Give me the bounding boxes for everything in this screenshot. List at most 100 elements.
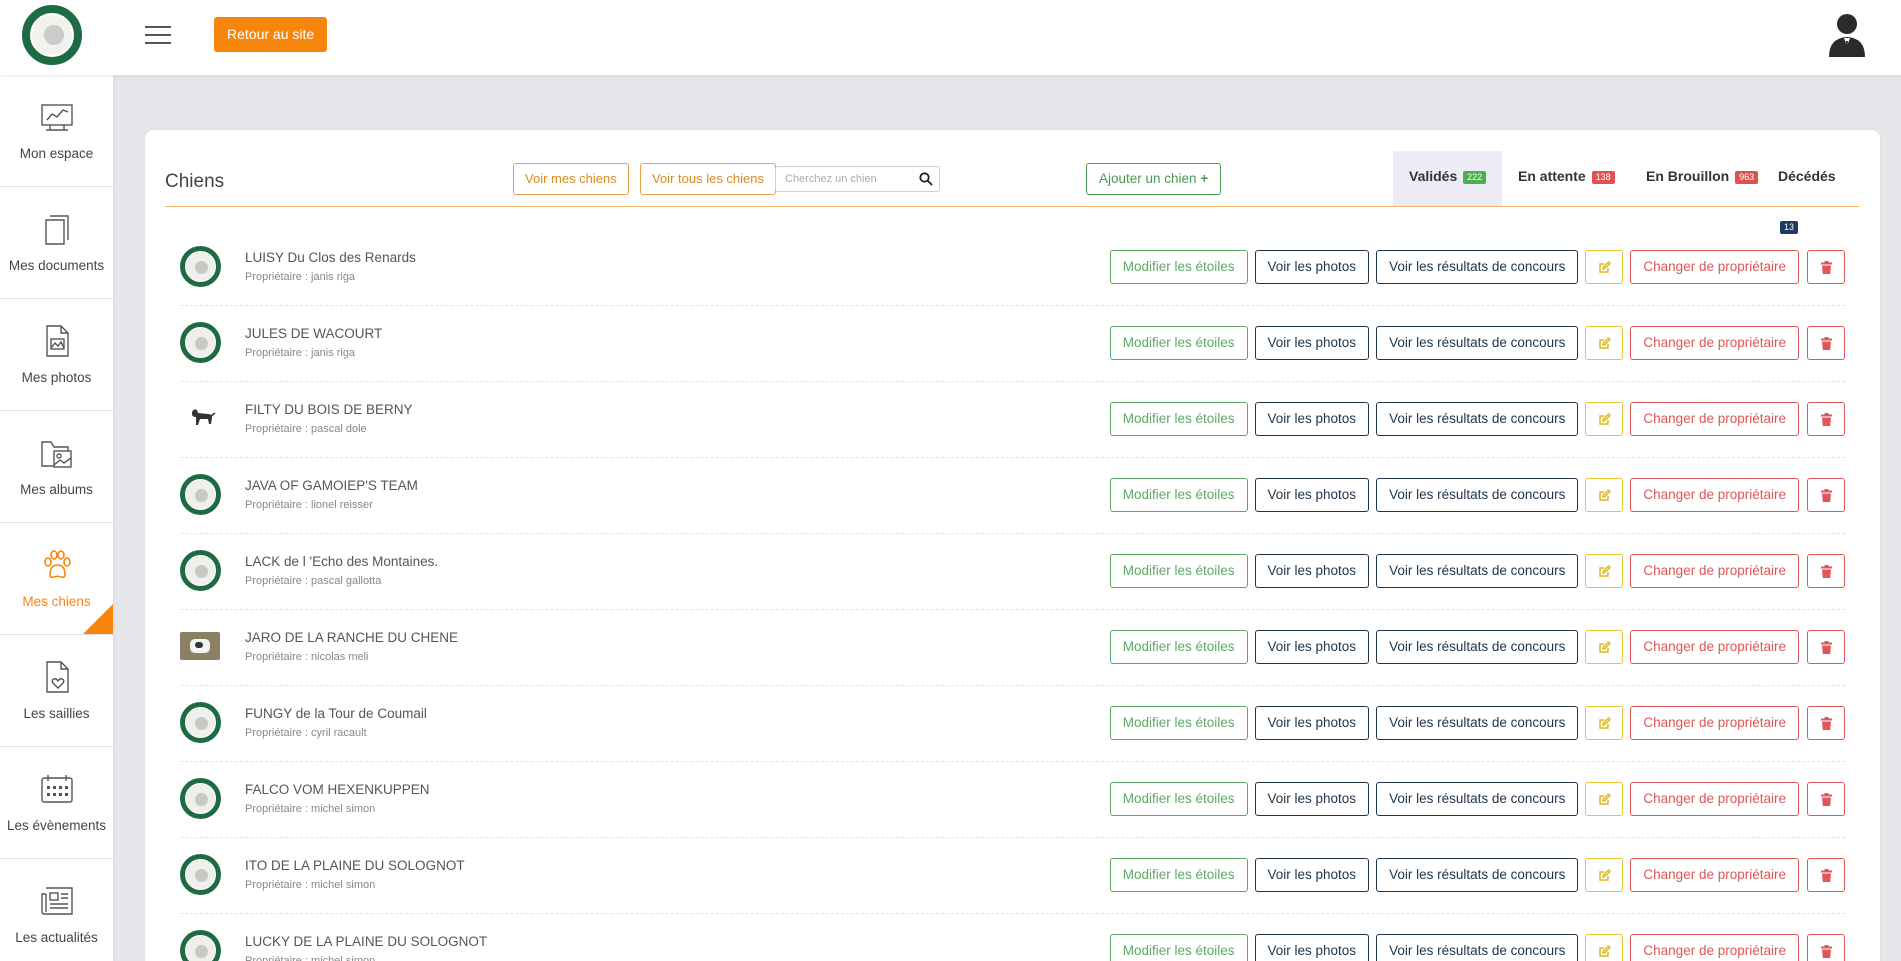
change-owner-button[interactable]: Changer de propriétaire bbox=[1630, 250, 1799, 284]
edit-stars-button[interactable]: Modifier les étoiles bbox=[1109, 326, 1248, 360]
edit-button[interactable] bbox=[1585, 934, 1624, 961]
delete-button[interactable] bbox=[1807, 706, 1845, 740]
search-icon[interactable] bbox=[919, 172, 933, 186]
delete-button[interactable] bbox=[1807, 782, 1845, 816]
delete-button[interactable] bbox=[1807, 326, 1845, 360]
dog-avatar[interactable] bbox=[180, 246, 221, 287]
edit-button[interactable] bbox=[1585, 326, 1624, 360]
add-dog-button[interactable]: Ajouter un chien + bbox=[1086, 163, 1222, 195]
tab-valides[interactable]: Validés 222 bbox=[1393, 151, 1503, 206]
dog-avatar[interactable] bbox=[180, 550, 221, 591]
edit-button[interactable] bbox=[1585, 858, 1624, 892]
change-owner-button[interactable]: Changer de propriétaire bbox=[1630, 858, 1799, 892]
dog-avatar[interactable] bbox=[180, 930, 221, 961]
sidebar-item-mon-espace[interactable]: Mon espace bbox=[0, 75, 113, 187]
edit-button[interactable] bbox=[1585, 402, 1624, 436]
view-results-button[interactable]: Voir les résultats de concours bbox=[1376, 630, 1579, 664]
delete-button[interactable] bbox=[1807, 402, 1845, 436]
delete-button[interactable] bbox=[1807, 478, 1845, 512]
edit-stars-button[interactable]: Modifier les étoiles bbox=[1109, 706, 1248, 740]
back-to-site-button[interactable]: Retour au site bbox=[214, 17, 328, 52]
all-dogs-button[interactable]: Voir tous les chiens bbox=[640, 163, 777, 195]
dog-name[interactable]: JARO DE LA RANCHE DU CHENE bbox=[245, 630, 458, 645]
change-owner-button[interactable]: Changer de propriétaire bbox=[1630, 326, 1799, 360]
dog-avatar[interactable] bbox=[180, 702, 221, 743]
sidebar-item-les-saillies[interactable]: Les saillies bbox=[0, 635, 113, 747]
tab-en-brouillon[interactable]: En Brouillon 963 bbox=[1630, 151, 1774, 206]
view-photos-button[interactable]: Voir les photos bbox=[1254, 554, 1370, 588]
change-owner-button[interactable]: Changer de propriétaire bbox=[1630, 934, 1799, 961]
edit-stars-button[interactable]: Modifier les étoiles bbox=[1109, 934, 1248, 961]
view-photos-button[interactable]: Voir les photos bbox=[1254, 934, 1370, 961]
sidebar-item-les-actualites[interactable]: Les actualités bbox=[0, 859, 113, 961]
view-photos-button[interactable]: Voir les photos bbox=[1254, 402, 1370, 436]
edit-stars-button[interactable]: Modifier les étoiles bbox=[1109, 554, 1248, 588]
view-photos-button[interactable]: Voir les photos bbox=[1254, 326, 1370, 360]
club-logo[interactable] bbox=[22, 5, 82, 65]
edit-stars-button[interactable]: Modifier les étoiles bbox=[1109, 478, 1248, 512]
dog-name[interactable]: ITO DE LA PLAINE DU SOLOGNOT bbox=[245, 858, 465, 873]
dog-avatar[interactable] bbox=[180, 854, 221, 895]
tab-decedes[interactable]: Décédés 13 bbox=[1762, 151, 1859, 234]
dog-avatar[interactable] bbox=[180, 322, 221, 363]
view-photos-button[interactable]: Voir les photos bbox=[1254, 250, 1370, 284]
dog-name[interactable]: FILTY DU BOIS DE BERNY bbox=[245, 402, 413, 417]
view-photos-button[interactable]: Voir les photos bbox=[1254, 478, 1370, 512]
dog-name[interactable]: JULES DE WACOURT bbox=[245, 326, 382, 341]
delete-button[interactable] bbox=[1807, 934, 1845, 961]
view-results-button[interactable]: Voir les résultats de concours bbox=[1376, 782, 1579, 816]
delete-button[interactable] bbox=[1807, 250, 1845, 284]
dog-name[interactable]: LACK de l 'Echo des Montaines. bbox=[245, 554, 438, 569]
view-photos-button[interactable]: Voir les photos bbox=[1254, 630, 1370, 664]
edit-button[interactable] bbox=[1585, 782, 1624, 816]
edit-stars-button[interactable]: Modifier les étoiles bbox=[1109, 402, 1248, 436]
dog-name[interactable]: JAVA OF GAMOIEP'S TEAM bbox=[245, 478, 418, 493]
sidebar-item-mes-albums[interactable]: Mes albums bbox=[0, 411, 113, 523]
dog-avatar[interactable] bbox=[180, 778, 221, 819]
view-results-button[interactable]: Voir les résultats de concours bbox=[1376, 402, 1579, 436]
edit-button[interactable] bbox=[1585, 250, 1624, 284]
view-results-button[interactable]: Voir les résultats de concours bbox=[1376, 478, 1579, 512]
edit-stars-button[interactable]: Modifier les étoiles bbox=[1109, 630, 1248, 664]
change-owner-button[interactable]: Changer de propriétaire bbox=[1630, 630, 1799, 664]
delete-button[interactable] bbox=[1807, 554, 1845, 588]
search-input[interactable] bbox=[776, 167, 911, 191]
sidebar-item-mes-documents[interactable]: Mes documents bbox=[0, 187, 113, 299]
view-results-button[interactable]: Voir les résultats de concours bbox=[1376, 706, 1579, 740]
sidebar-item-mes-photos[interactable]: Mes photos bbox=[0, 299, 113, 411]
dog-avatar[interactable] bbox=[180, 474, 221, 515]
view-photos-button[interactable]: Voir les photos bbox=[1254, 706, 1370, 740]
sidebar-item-les-evenements[interactable]: Les évènements bbox=[0, 747, 113, 859]
dog-name[interactable]: LUCKY DE LA PLAINE DU SOLOGNOT bbox=[245, 934, 487, 949]
edit-button[interactable] bbox=[1585, 706, 1624, 740]
view-photos-button[interactable]: Voir les photos bbox=[1254, 858, 1370, 892]
view-results-button[interactable]: Voir les résultats de concours bbox=[1376, 326, 1579, 360]
edit-stars-button[interactable]: Modifier les étoiles bbox=[1109, 782, 1248, 816]
edit-button[interactable] bbox=[1585, 554, 1624, 588]
view-results-button[interactable]: Voir les résultats de concours bbox=[1376, 554, 1579, 588]
edit-stars-button[interactable]: Modifier les étoiles bbox=[1109, 250, 1248, 284]
edit-button[interactable] bbox=[1585, 478, 1624, 512]
view-results-button[interactable]: Voir les résultats de concours bbox=[1376, 934, 1579, 961]
change-owner-button[interactable]: Changer de propriétaire bbox=[1630, 478, 1799, 512]
view-results-button[interactable]: Voir les résultats de concours bbox=[1376, 250, 1579, 284]
delete-button[interactable] bbox=[1807, 858, 1845, 892]
dog-name[interactable]: FUNGY de la Tour de Coumail bbox=[245, 706, 427, 721]
dog-avatar[interactable] bbox=[180, 632, 220, 660]
delete-button[interactable] bbox=[1807, 630, 1845, 664]
edit-button[interactable] bbox=[1585, 630, 1624, 664]
change-owner-button[interactable]: Changer de propriétaire bbox=[1630, 554, 1799, 588]
dog-name[interactable]: LUISY Du Clos des Renards bbox=[245, 250, 416, 265]
dog-avatar[interactable] bbox=[186, 402, 216, 432]
view-photos-button[interactable]: Voir les photos bbox=[1254, 782, 1370, 816]
dog-name[interactable]: FALCO VOM HEXENKUPPEN bbox=[245, 782, 430, 797]
my-dogs-button[interactable]: Voir mes chiens bbox=[513, 163, 629, 195]
menu-toggle-icon[interactable] bbox=[145, 26, 171, 44]
change-owner-button[interactable]: Changer de propriétaire bbox=[1630, 402, 1799, 436]
user-avatar-icon[interactable] bbox=[1827, 13, 1867, 57]
change-owner-button[interactable]: Changer de propriétaire bbox=[1630, 706, 1799, 740]
change-owner-button[interactable]: Changer de propriétaire bbox=[1630, 782, 1799, 816]
edit-stars-button[interactable]: Modifier les étoiles bbox=[1109, 858, 1248, 892]
sidebar-item-mes-chiens[interactable]: Mes chiens bbox=[0, 523, 113, 635]
tab-en-attente[interactable]: En attente 138 bbox=[1502, 151, 1631, 206]
